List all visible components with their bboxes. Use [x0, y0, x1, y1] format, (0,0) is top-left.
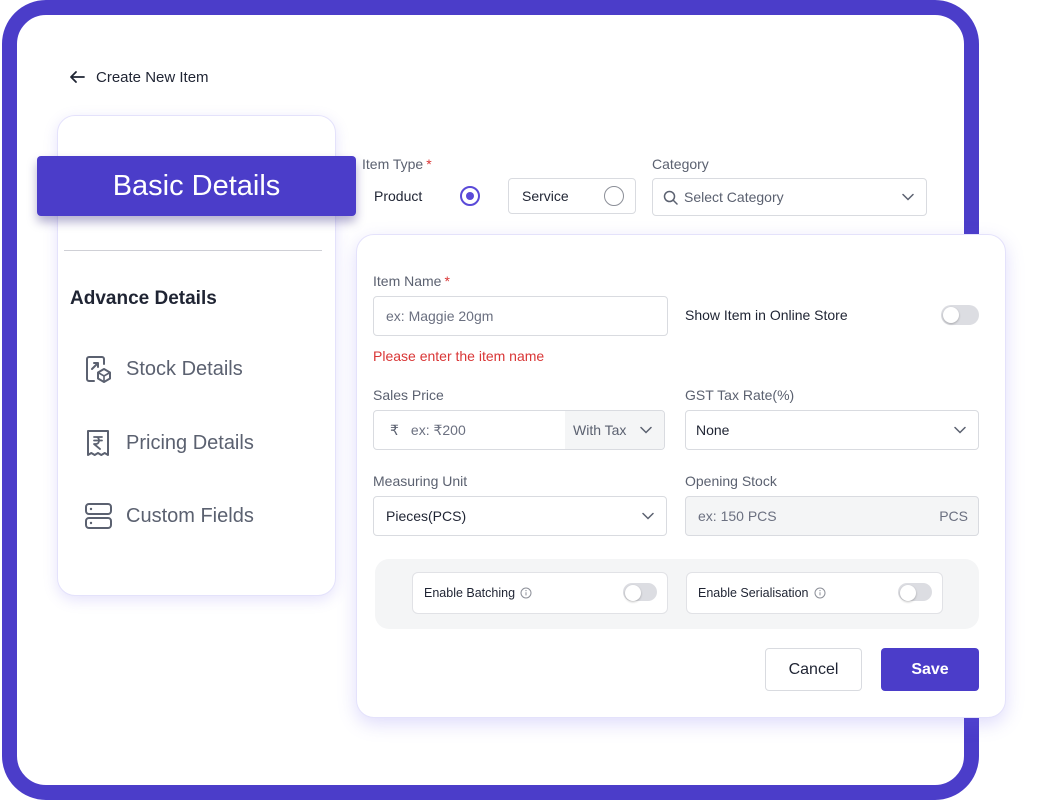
page-title: Create New Item	[96, 68, 209, 86]
required-mark: *	[426, 156, 432, 172]
server-stack-icon	[85, 503, 112, 529]
inventory-options-panel: Enable Batching Enable Serialisation	[375, 559, 979, 629]
product-label: Product	[374, 188, 423, 204]
item-name-error: Please enter the item name	[373, 348, 545, 364]
sidebar-item-label: Custom Fields	[126, 504, 254, 527]
chevron-down-icon	[902, 193, 914, 201]
online-store-label: Show Item in Online Store	[685, 307, 848, 323]
back-button[interactable]: Create New Item	[68, 68, 209, 86]
opening-stock-unit: PCS	[939, 508, 968, 524]
sidebar-item-pricing-details[interactable]: Pricing Details	[84, 428, 254, 458]
service-radio-option[interactable]: Service	[508, 178, 636, 214]
gst-rate-select[interactable]: None	[685, 410, 979, 450]
item-name-placeholder: ex: Maggie 20gm	[386, 308, 494, 324]
batching-option: Enable Batching	[412, 572, 668, 614]
opening-stock-input[interactable]: ex: 150 PCS PCS	[685, 496, 979, 536]
sidebar-item-label: Pricing Details	[126, 431, 254, 454]
service-radio[interactable]	[604, 186, 624, 206]
sidebar-item-stock-details[interactable]: Stock Details	[84, 354, 243, 384]
product-radio[interactable]	[460, 186, 480, 206]
stock-box-icon	[86, 356, 111, 383]
serialisation-toggle[interactable]	[898, 583, 932, 601]
item-name-input[interactable]: ex: Maggie 20gm	[373, 296, 668, 336]
tab-basic-details[interactable]: Basic Details	[37, 156, 356, 216]
info-icon[interactable]	[520, 587, 532, 599]
serialisation-option: Enable Serialisation	[686, 572, 943, 614]
item-type-label: Item Type *	[362, 156, 432, 172]
service-label: Service	[522, 188, 569, 204]
required-mark: *	[444, 273, 450, 289]
item-type-label-text: Item Type	[362, 156, 424, 172]
chevron-down-icon	[642, 512, 654, 520]
sidebar-item-custom-fields[interactable]: Custom Fields	[84, 501, 254, 531]
gst-rate-label: GST Tax Rate(%)	[685, 387, 795, 403]
sales-price-placeholder: ex: ₹200	[410, 421, 466, 438]
category-placeholder: Select Category	[684, 189, 784, 205]
search-icon	[663, 190, 678, 205]
item-name-label: Item Name *	[373, 273, 450, 289]
rupee-icon: ₹	[390, 421, 399, 438]
gst-rate-value: None	[696, 422, 730, 438]
opening-stock-placeholder: ex: 150 PCS	[698, 508, 777, 524]
serialisation-label: Enable Serialisation	[698, 586, 809, 600]
sidebar-divider	[64, 250, 322, 251]
category-select[interactable]: Select Category	[652, 178, 927, 216]
save-button[interactable]: Save	[881, 648, 979, 691]
rupee-receipt-icon	[87, 430, 109, 456]
advance-details-heading: Advance Details	[70, 288, 217, 309]
item-form-card: Item Name * ex: Maggie 20gm Please enter …	[356, 234, 1006, 718]
item-name-label-text: Item Name	[373, 273, 442, 289]
measuring-unit-label: Measuring Unit	[373, 473, 468, 489]
sidebar-item-label: Stock Details	[126, 357, 243, 380]
category-label: Category	[652, 156, 709, 172]
chevron-down-icon	[954, 426, 966, 434]
info-icon[interactable]	[814, 587, 826, 599]
tax-mode-value: With Tax	[573, 422, 627, 438]
opening-stock-label: Opening Stock	[685, 473, 777, 489]
online-store-toggle[interactable]	[941, 305, 979, 325]
arrow-left-icon	[70, 71, 85, 83]
product-radio-option[interactable]: Product	[362, 178, 498, 214]
sales-price-input[interactable]: ₹ ex: ₹200 With Tax	[373, 410, 665, 450]
batching-toggle[interactable]	[623, 583, 657, 601]
measuring-unit-value: Pieces(PCS)	[386, 508, 467, 524]
batching-label: Enable Batching	[424, 586, 516, 600]
cancel-button[interactable]: Cancel	[765, 648, 862, 691]
measuring-unit-select[interactable]: Pieces(PCS)	[373, 496, 667, 536]
tax-mode-select[interactable]: With Tax	[565, 411, 664, 449]
chevron-down-icon	[640, 426, 652, 434]
sales-price-label: Sales Price	[373, 387, 444, 403]
